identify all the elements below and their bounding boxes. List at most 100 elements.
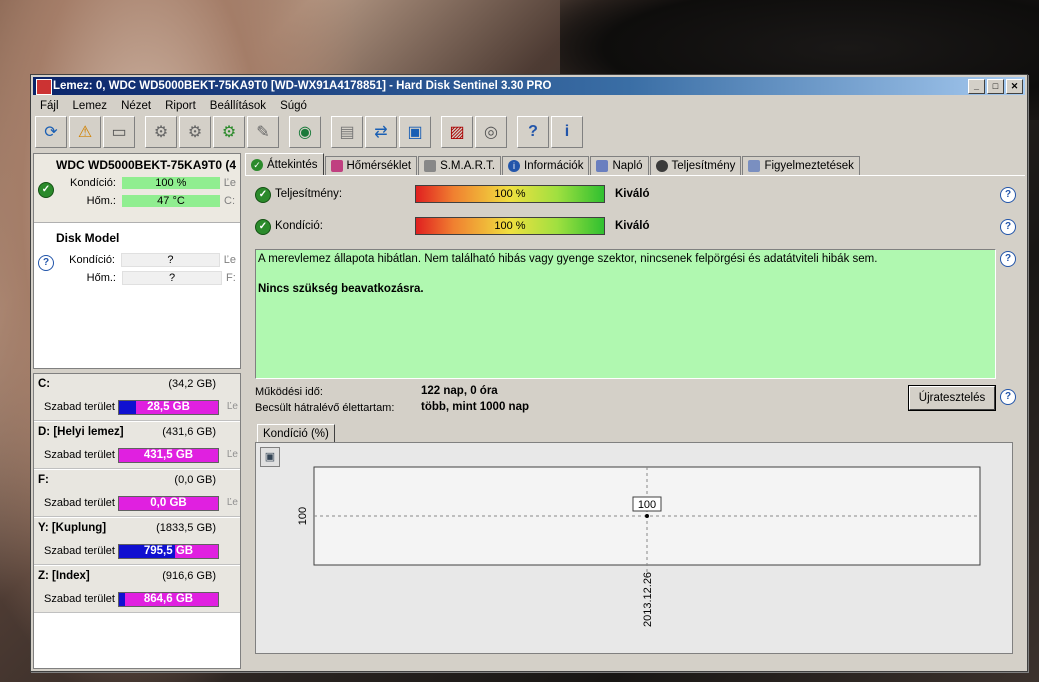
test-ok-icon[interactable]: ⚙	[213, 116, 245, 148]
overview-panel: ✓ Teljesítmény: 100 % Kiváló ? ✓ Kondíci…	[245, 175, 1025, 669]
recommendation: Nincs szükség beavatkozásra.	[258, 283, 424, 295]
window-title: Lemez: 0, WDC WD5000BEKT-75KA9T0 [WD-WX9…	[53, 80, 552, 92]
tab-label: Teljesítmény	[671, 160, 736, 172]
check-icon: ✓	[38, 182, 54, 198]
test-surface-icon[interactable]: ⚙	[145, 116, 177, 148]
tab-label: Információk	[524, 160, 584, 172]
tab-label: Áttekintés	[267, 158, 318, 171]
tab-alerts[interactable]: Figyelmeztetések	[742, 156, 860, 175]
status-message-box: A merevlemez állapota hibátlan. Nem talá…	[255, 249, 996, 379]
menu-settings[interactable]: Beállítások	[203, 100, 273, 112]
menu-help[interactable]: Súgó	[273, 100, 314, 112]
volume-item[interactable]: F: (0,0 GB) Szabad terület 0,0 GB Ľe	[34, 470, 240, 517]
free-space-bar: 864,6 GB	[118, 592, 219, 607]
volume-size: (34,2 GB)	[168, 378, 216, 390]
tab-bar: ✓ Áttekintés Hőmérséklet S.M.A.R.T. i In…	[245, 153, 1025, 175]
drive-hint: F:	[226, 272, 236, 284]
disk-entry[interactable]: Disk Model ? Kondíció: ? Ľe Hőm.: ? F:	[34, 223, 240, 291]
performance-label: Teljesítmény:	[275, 188, 343, 200]
globe-icon[interactable]: ◉	[289, 116, 321, 148]
save-icon[interactable]: ▣	[260, 447, 280, 467]
help-icon[interactable]: ?	[517, 116, 549, 148]
drive-icon[interactable]: ▭	[103, 116, 135, 148]
refresh-icon[interactable]: ⟳	[35, 116, 67, 148]
disk-icon	[424, 160, 437, 172]
tab-label: Napló	[612, 160, 643, 172]
sync-icon[interactable]: ⇄	[365, 116, 397, 148]
free-space-value: 431,5 GB	[143, 449, 194, 461]
minimize-button[interactable]: _	[968, 79, 985, 94]
right-pane: ✓ Áttekintés Hőmérséklet S.M.A.R.T. i In…	[245, 153, 1025, 669]
tab-log[interactable]: Napló	[590, 156, 649, 175]
info-icon[interactable]: i	[551, 116, 583, 148]
free-space-value: 795,5 GB	[143, 545, 194, 557]
retest-button[interactable]: Újratesztelés	[908, 385, 996, 411]
title-bar[interactable]: Lemez: 0, WDC WD5000BEKT-75KA9T0 [WD-WX9…	[33, 77, 1025, 95]
menu-view[interactable]: Nézet	[114, 100, 158, 112]
volume-name: Y: [Kuplung]	[38, 522, 107, 534]
report-icon[interactable]: ▤	[331, 116, 363, 148]
maximize-button[interactable]: □	[987, 79, 1004, 94]
drive-hint: C:	[224, 195, 235, 207]
volume-list: C: (34,2 GB) Szabad terület 28,5 GB Ľe D…	[33, 373, 241, 669]
condition-meter: 100 %	[415, 217, 605, 235]
tab-smart[interactable]: S.M.A.R.T.	[418, 156, 502, 175]
close-button[interactable]: ✕	[1006, 79, 1023, 94]
sound-icon[interactable]: ◎	[475, 116, 507, 148]
chart-svg: 100 2013.12.26 100	[297, 466, 981, 627]
volume-item[interactable]: Y: [Kuplung] (1833,5 GB) Szabad terület …	[34, 518, 240, 565]
condition-value: 100 %	[121, 177, 220, 189]
tab-overview[interactable]: ✓ Áttekintés	[245, 153, 324, 175]
chart-tab-condition[interactable]: Kondíció (%)	[257, 424, 335, 444]
free-space-label: Szabad terület	[44, 593, 115, 605]
temp-label: Hőm.:	[86, 272, 116, 284]
free-space-label: Szabad terület	[44, 449, 115, 461]
help-icon[interactable]: ?	[1000, 219, 1016, 235]
uptime-label: Működési idő:	[255, 386, 323, 398]
help-icon[interactable]: ?	[1000, 389, 1016, 405]
volume-item[interactable]: C: (34,2 GB) Szabad terület 28,5 GB Ľe	[34, 374, 240, 421]
tab-information[interactable]: i Információk	[502, 156, 590, 175]
disk-list: WDC WD5000BEKT-75KA9T0 (4 ✓ Kondíció: 10…	[33, 153, 241, 369]
volume-size: (0,0 GB)	[174, 474, 216, 486]
y-tick-label: 100	[297, 507, 309, 525]
condition-chart: 100 2013.12.26 100 ▣	[255, 442, 1013, 654]
log-icon	[596, 160, 609, 172]
monitor-icon[interactable]: ▨	[441, 116, 473, 148]
condition-label: Kondíció:	[275, 220, 323, 232]
toolbar: ⟳ ⚠ ▭ ⚙ ⚙ ⚙ ✎ ◉ ▤ ⇄ ▣ ▨ ◎ ? i	[33, 115, 1025, 149]
check-icon: ✓	[255, 187, 271, 203]
help-icon[interactable]: ?	[1000, 187, 1016, 203]
condition-row: ✓ Kondíció: 100 % Kiváló	[255, 216, 650, 236]
network-icon[interactable]: ▣	[399, 116, 431, 148]
performance-icon	[655, 160, 668, 172]
app-window: Lemez: 0, WDC WD5000BEKT-75KA9T0 [WD-WX9…	[30, 74, 1028, 672]
warning-icon[interactable]: ⚠	[69, 116, 101, 148]
free-space-label: Szabad terület	[44, 545, 115, 557]
free-space-label: Szabad terület	[44, 401, 115, 413]
menu-report[interactable]: Riport	[158, 100, 203, 112]
test-tools-icon[interactable]: ✎	[247, 116, 279, 148]
tab-temperature[interactable]: Hőmérséklet	[324, 156, 418, 175]
app-icon	[36, 79, 52, 95]
thermometer-icon	[330, 160, 343, 172]
tab-performance[interactable]: Teljesítmény	[649, 156, 742, 175]
alerts-icon	[748, 160, 761, 172]
temp-value: 47 °C	[122, 195, 220, 207]
free-space-bar: 28,5 GB	[118, 400, 219, 415]
volume-name: Z: [Index]	[38, 570, 90, 582]
condition-rating: Kiváló	[615, 220, 650, 232]
disk-entry[interactable]: WDC WD5000BEKT-75KA9T0 (4 ✓ Kondíció: 10…	[34, 154, 240, 223]
volume-item[interactable]: D: [Helyi lemez] (431,6 GB) Szabad terül…	[34, 422, 240, 469]
lifetime-label: Becsült hátralévő élettartam:	[255, 402, 395, 414]
disk-name: WDC WD5000BEKT-75KA9T0	[56, 158, 223, 172]
info-icon: i	[508, 160, 521, 172]
menu-disk[interactable]: Lemez	[66, 100, 115, 112]
volume-item[interactable]: Z: [Index] (916,6 GB) Szabad terület 864…	[34, 566, 240, 613]
help-icon[interactable]: ?	[1000, 251, 1016, 267]
check-icon: ✓	[255, 219, 271, 235]
uptime-value: 122 nap, 0 óra	[421, 385, 498, 397]
data-point	[645, 514, 649, 518]
test-short-icon[interactable]: ⚙	[179, 116, 211, 148]
menu-file[interactable]: Fájl	[33, 100, 66, 112]
